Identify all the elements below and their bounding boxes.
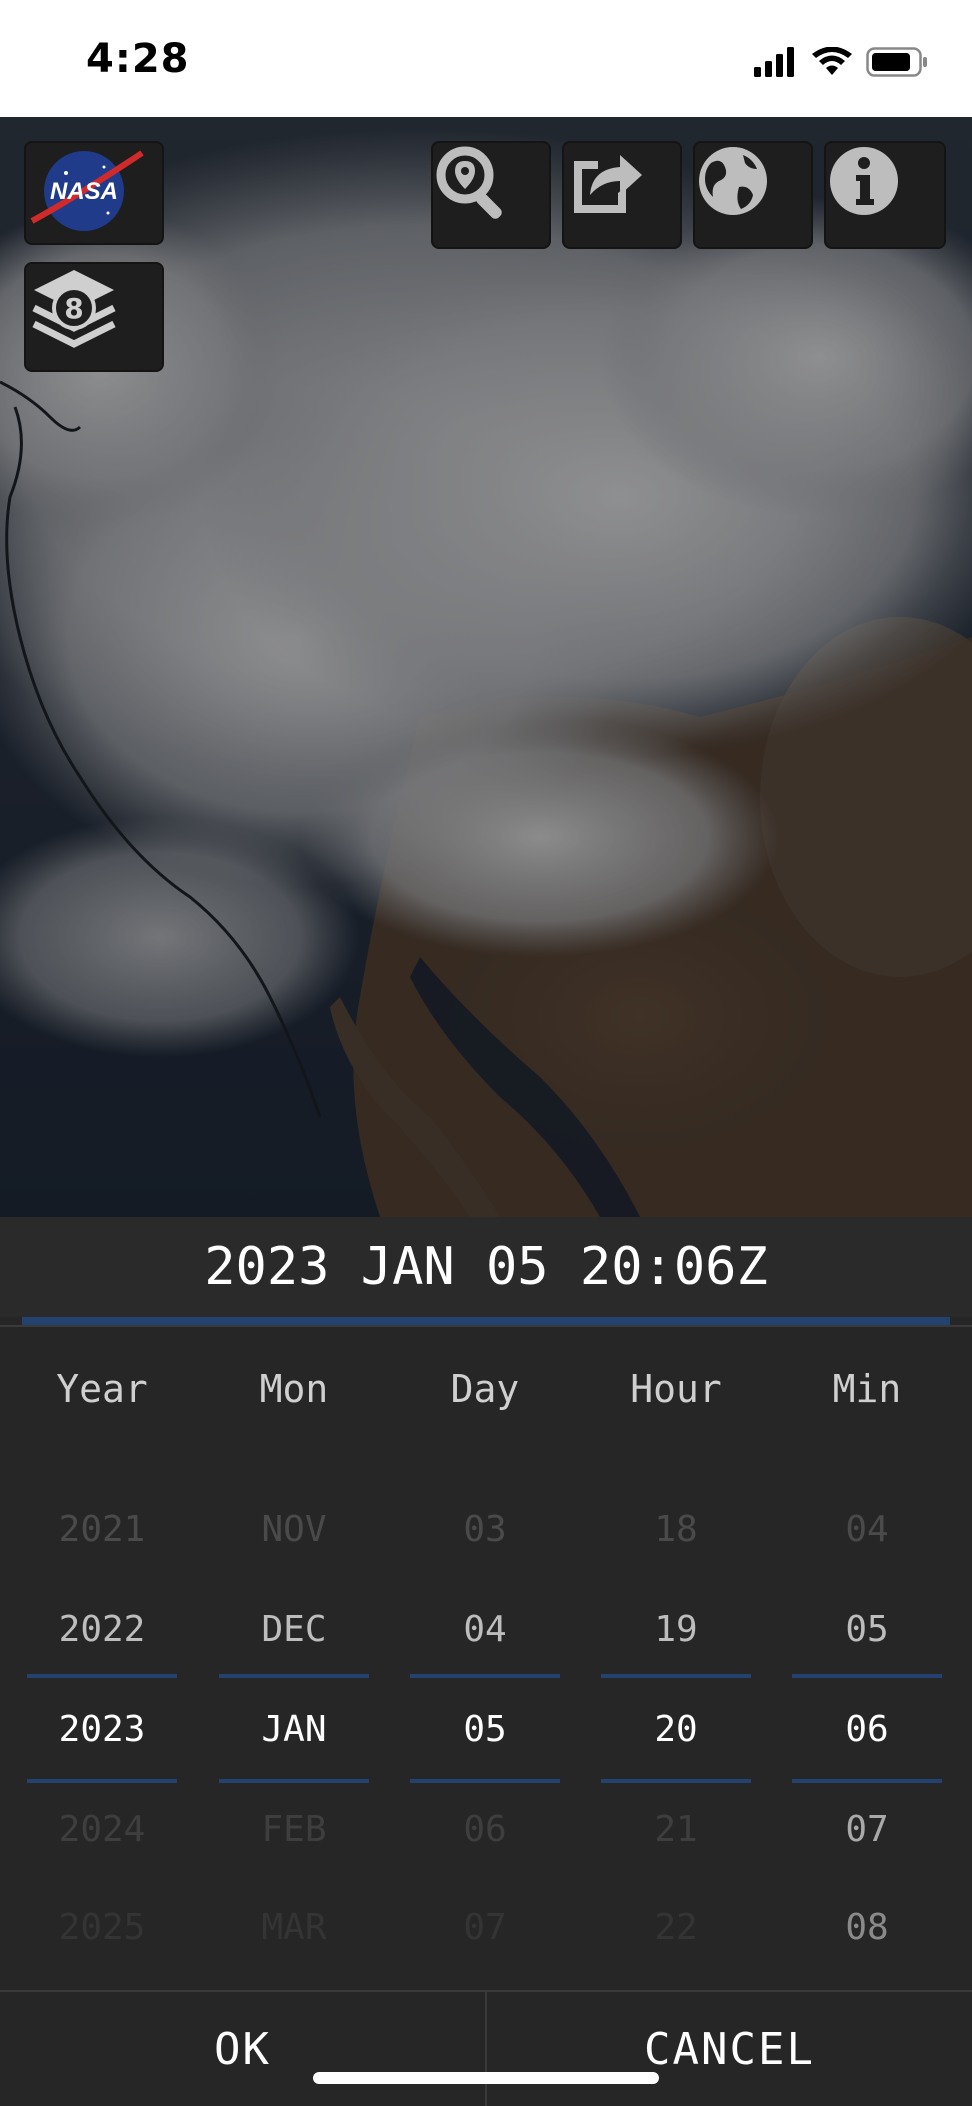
year-option[interactable]: 2022 [27,1609,177,1650]
date-picker: 2023 JAN 05 20:06Z Year Mon Day Hour Min… [0,1217,972,2104]
hour-selection-bottom-line [601,1779,751,1783]
nasa-logo-icon: NASA [30,150,144,231]
year-selection-bottom-line [27,1779,177,1783]
year-option-selected[interactable]: 2023 [27,1709,177,1750]
selected-datetime-display: 2023 JAN 05 20:06Z [0,1217,972,1317]
month-selection-bottom-line [219,1779,369,1783]
header-day: Day [450,1367,520,1411]
month-option[interactable]: MAR [219,1907,369,1948]
ok-button[interactable]: OK [0,1992,485,2106]
minute-option-selected[interactable]: 06 [792,1709,942,1750]
day-option-selected[interactable]: 05 [410,1709,560,1750]
day-option[interactable]: 04 [410,1609,560,1650]
day-selection-bottom-line [410,1779,560,1783]
year-selection-top-line [27,1674,177,1678]
hour-option[interactable]: 18 [601,1509,751,1550]
minute-option[interactable]: 08 [792,1907,942,1948]
home-indicator[interactable] [313,2072,659,2084]
share-icon [574,155,642,213]
year-option[interactable]: 2021 [27,1509,177,1550]
band-selector-button[interactable]: 8 [24,262,164,372]
month-option[interactable]: NOV [219,1509,369,1550]
layers-icon: 8 [32,270,116,348]
hour-option[interactable]: 21 [601,1809,751,1850]
nasa-logo-text: NASA [50,178,118,205]
globe-icon [699,147,767,215]
cancel-button[interactable]: CANCEL [487,1992,972,2106]
month-selection-top-line [219,1674,369,1678]
month-option[interactable]: DEC [219,1609,369,1650]
minute-selection-bottom-line [792,1779,942,1783]
share-button[interactable] [562,141,682,249]
signal-icon [754,47,798,81]
day-option[interactable]: 06 [410,1809,560,1850]
header-hour: Hour [630,1367,722,1411]
day-option[interactable]: 07 [410,1907,560,1948]
header-month: Mon [259,1367,329,1411]
year-option[interactable]: 2025 [27,1907,177,1948]
zoom-location-button[interactable] [431,141,551,249]
satellite-map[interactable]: NASA 8 [0,117,972,1217]
hour-option-selected[interactable]: 20 [601,1709,751,1750]
minute-selection-top-line [792,1674,942,1678]
wifi-icon [812,46,852,81]
nasa-logo-button[interactable]: NASA [24,141,164,245]
info-button[interactable] [824,141,946,249]
month-option-selected[interactable]: JAN [219,1709,369,1750]
month-option[interactable]: FEB [219,1809,369,1850]
dialog-button-bar: OK CANCEL [0,1990,972,2106]
hour-option[interactable]: 22 [601,1907,751,1948]
status-time: 4:28 [86,36,190,82]
status-bar: 4:28 [0,0,972,117]
minute-option[interactable]: 05 [792,1609,942,1650]
band-number: 8 [64,292,83,325]
globe-button[interactable] [693,141,813,249]
battery-icon [866,47,928,81]
display-divider [0,1325,972,1327]
day-selection-top-line [410,1674,560,1678]
year-option[interactable]: 2024 [27,1809,177,1850]
hour-option[interactable]: 19 [601,1609,751,1650]
info-icon [830,147,898,215]
hour-selection-top-line [601,1674,751,1678]
header-minute: Min [832,1367,902,1411]
display-underline [22,1317,950,1325]
header-year: Year [56,1367,148,1411]
minute-option[interactable]: 07 [792,1809,942,1850]
status-icons [754,44,928,84]
day-option[interactable]: 03 [410,1509,560,1550]
minute-option[interactable]: 04 [792,1509,942,1550]
zoom-location-icon [436,146,502,219]
